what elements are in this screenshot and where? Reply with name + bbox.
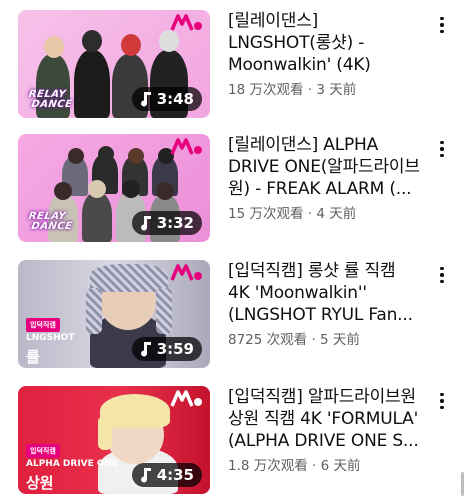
title-line: (ALPHA DRIVE ONE S...	[228, 431, 419, 451]
video-thumbnail[interactable]: RELAY DANCE 3:32	[18, 134, 210, 242]
video-item[interactable]: RELAY DANCE 3:48 [릴레이댄스] LNGSHOT(롱샷) - Mo…	[0, 10, 467, 122]
video-meta: 18 万次观看 · 3 天前	[228, 82, 357, 98]
video-title[interactable]: [입덕직캠] 롱샷 률 직캠 4K 'Moonwalkin'' (LNGSHOT…	[228, 260, 424, 326]
duration-text: 3:32	[156, 214, 194, 232]
channel-logo-icon	[170, 264, 202, 281]
more-vert-icon	[440, 16, 444, 21]
duration-text: 3:59	[156, 340, 194, 358]
title-line: Moonwalkin' (4K)	[228, 55, 371, 75]
channel-logo-icon	[170, 14, 202, 31]
duration-text: 3:48	[156, 90, 194, 108]
video-meta: 15 万次观看 · 4 天前	[228, 206, 357, 222]
more-options-button[interactable]	[432, 264, 452, 286]
duration-badge: 4:35	[131, 463, 202, 487]
title-line: LNGSHOT(롱샷) -	[228, 33, 365, 53]
more-options-button[interactable]	[432, 138, 452, 160]
thumbnail-overlay-text: RELAY DANCE	[28, 211, 74, 232]
title-line: [릴레이댄스] ALPHA	[228, 135, 379, 155]
channel-logo-icon	[170, 138, 202, 155]
music-note-icon	[140, 342, 151, 357]
title-line: 상원 직캠 4K 'FORMULA'	[228, 409, 419, 429]
music-note-icon	[140, 216, 151, 231]
title-line: [입덕직캠] 알파드라이브원	[228, 387, 416, 407]
video-item[interactable]: 입덕직캠 ALPHA DRIVE ONE 상원 4:35 [입덕직캠] 알파드라…	[0, 386, 467, 498]
more-vert-icon	[440, 266, 444, 271]
music-note-icon	[140, 92, 151, 107]
video-thumbnail[interactable]: RELAY DANCE 3:48	[18, 10, 210, 118]
scrollbar[interactable]	[461, 472, 464, 496]
video-meta: 1.8 万次观看 · 6 天前	[228, 458, 361, 474]
member-name: 률	[26, 348, 40, 366]
title-line: 원) - FREAK ALARM (...	[228, 179, 412, 199]
more-vert-icon	[440, 140, 444, 145]
video-thumbnail[interactable]: 입덕직캠 LNGSHOT 률 3:59	[18, 260, 210, 368]
title-line: DRIVE ONE(알파드라이브	[228, 157, 420, 177]
group-name: ALPHA DRIVE ONE	[26, 459, 119, 469]
title-line: [입덕직캠] 롱샷 률 직캠	[228, 261, 396, 281]
fancam-badge: 입덕직캠	[26, 318, 60, 332]
more-options-button[interactable]	[432, 390, 452, 412]
music-note-icon	[140, 468, 151, 483]
more-options-button[interactable]	[432, 14, 452, 36]
video-item[interactable]: 입덕직캠 LNGSHOT 률 3:59 [입덕직캠] 롱샷 률 직캠 4K 'M…	[0, 260, 467, 372]
duration-badge: 3:59	[131, 337, 202, 361]
video-list: RELAY DANCE 3:48 [릴레이댄스] LNGSHOT(롱샷) - Mo…	[0, 0, 467, 500]
video-title[interactable]: [릴레이댄스] LNGSHOT(롱샷) - Moonwalkin' (4K)	[228, 10, 424, 76]
video-thumbnail[interactable]: 입덕직캠 ALPHA DRIVE ONE 상원 4:35	[18, 386, 210, 494]
title-line: (LNGSHOT RYUL Fan...	[228, 305, 413, 325]
thumbnail-overlay-text: RELAY DANCE	[28, 89, 74, 110]
title-line: [릴레이댄스]	[228, 11, 319, 31]
group-name: LNGSHOT	[26, 333, 75, 343]
title-line: 4K 'Moonwalkin''	[228, 283, 367, 303]
more-vert-icon	[440, 392, 444, 397]
video-title[interactable]: [릴레이댄스] ALPHA DRIVE ONE(알파드라이브 원) - FREA…	[228, 134, 424, 200]
duration-badge: 3:48	[131, 87, 202, 111]
duration-badge: 3:32	[131, 211, 202, 235]
video-title[interactable]: [입덕직캠] 알파드라이브원 상원 직캠 4K 'FORMULA' (ALPHA…	[228, 386, 424, 452]
fancam-badge: 입덕직캠	[26, 444, 60, 458]
video-item[interactable]: RELAY DANCE 3:32 [릴레이댄스] ALPHA DRIVE ONE(…	[0, 134, 467, 246]
video-meta: 8725 次观看 · 5 天前	[228, 332, 360, 348]
member-name: 상원	[26, 474, 54, 492]
duration-text: 4:35	[156, 466, 194, 484]
channel-logo-icon	[170, 390, 202, 407]
